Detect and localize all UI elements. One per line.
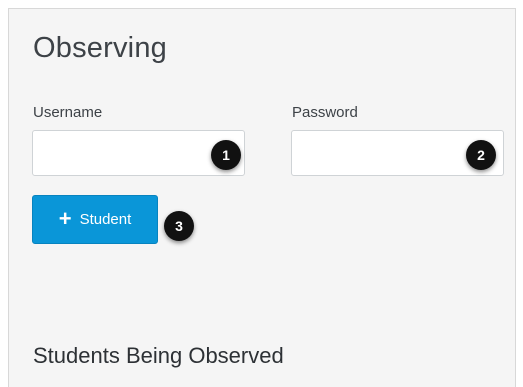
callout-badge-2: 2 bbox=[466, 140, 496, 170]
plus-icon: + bbox=[58, 205, 72, 231]
students-being-observed-heading: Students Being Observed bbox=[33, 343, 284, 368]
observing-panel: Observing Username Password 1 2 + Studen… bbox=[8, 8, 516, 387]
username-label: Username bbox=[33, 104, 103, 121]
callout-badge-3: 3 bbox=[164, 211, 194, 241]
callout-badge-1: 1 bbox=[211, 140, 241, 170]
add-student-button[interactable]: + Student bbox=[32, 195, 158, 244]
page-title: Observing bbox=[33, 32, 167, 64]
password-label: Password bbox=[292, 104, 358, 121]
add-student-label: Student bbox=[79, 211, 132, 228]
